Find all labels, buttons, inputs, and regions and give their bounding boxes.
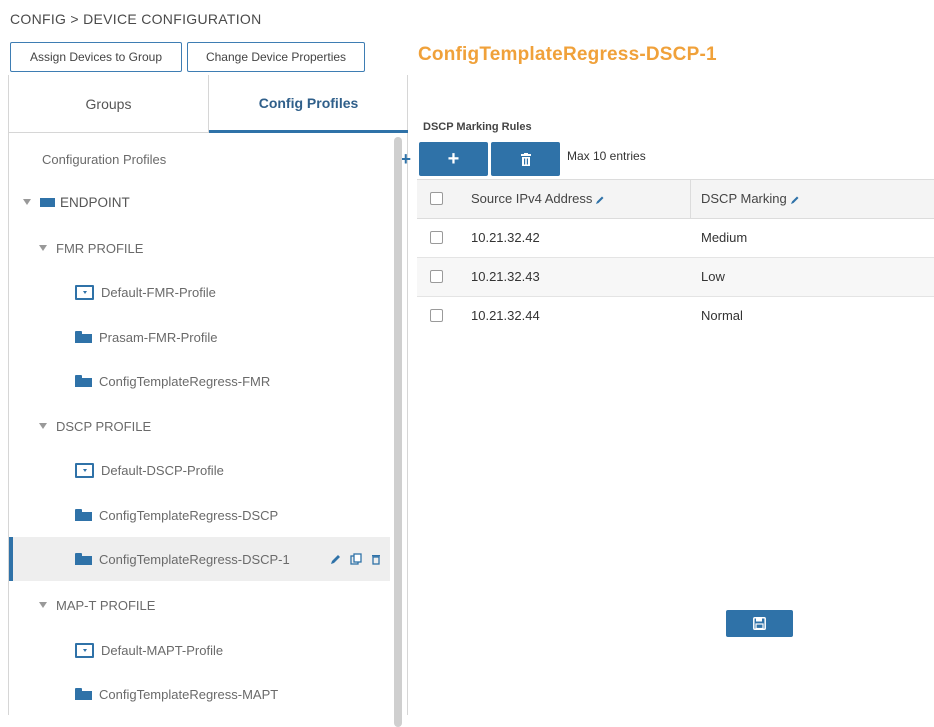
plus-icon: + (447, 147, 460, 170)
tree-item-label: ConfigTemplateRegress-FMR (99, 373, 271, 389)
tree-node-label: ENDPOINT (60, 194, 130, 210)
table-row[interactable]: 10.21.32.44 Normal (417, 297, 934, 335)
tree-scrollbar[interactable] (394, 137, 402, 727)
tree-item-regress-dscp[interactable]: ConfigTemplateRegress-DSCP (9, 493, 456, 537)
tree-group-label: FMR PROFILE (56, 240, 144, 256)
pencil-icon (790, 196, 799, 204)
profile-icon (75, 462, 94, 478)
tree-item-default-mapt[interactable]: Default-MAPT-Profile (9, 628, 456, 672)
tab-bar: Groups Config Profiles (9, 75, 408, 133)
source-cell[interactable]: 10.21.32.44 (471, 308, 540, 323)
tree-item-label: ConfigTemplateRegress-DSCP-1 (99, 551, 290, 567)
profile-tree-panel: Groups Config Profiles Configuration Pro… (8, 75, 411, 727)
caret-down-icon[interactable] (23, 199, 31, 205)
tree-header: Configuration Profiles + (9, 137, 423, 181)
tree-node-endpoint[interactable]: ENDPOINT (9, 180, 404, 224)
tab-config-profiles[interactable]: Config Profiles (209, 75, 408, 133)
marking-cell[interactable]: Medium (701, 230, 747, 245)
marking-cell[interactable]: Low (701, 269, 725, 284)
tree-group-label: DSCP PROFILE (56, 418, 152, 434)
row-checkbox[interactable] (430, 231, 443, 244)
delete-rule-button[interactable] (491, 142, 560, 176)
assign-devices-button[interactable]: Assign Devices to Group (10, 42, 182, 72)
section-title: DSCP Marking Rules (423, 121, 532, 133)
column-header-source: Source IPv4 Address (471, 191, 605, 206)
folder-icon (75, 331, 92, 343)
tree-item-label: ConfigTemplateRegress-DSCP (99, 507, 279, 523)
column-header-label: Source IPv4 Address (471, 191, 593, 206)
pencil-icon[interactable] (330, 553, 342, 565)
tree-item-label: Default-MAPT-Profile (101, 642, 224, 658)
caret-down-icon[interactable] (39, 602, 47, 608)
table-row[interactable]: 10.21.32.42 Medium (417, 219, 934, 258)
row-checkbox[interactable] (430, 270, 443, 283)
row-checkbox[interactable] (430, 309, 443, 322)
tree-item-label: ConfigTemplateRegress-MAPT (99, 686, 279, 702)
rules-table: Source IPv4 Address DSCP Marking 10.21.3… (417, 179, 934, 335)
source-cell[interactable]: 10.21.32.43 (471, 269, 540, 284)
tree-item-regress-mapt[interactable]: ConfigTemplateRegress-MAPT (9, 672, 456, 716)
tree-group-dscp[interactable]: DSCP PROFILE (9, 404, 420, 448)
tab-groups[interactable]: Groups (9, 75, 209, 133)
table-row[interactable]: 10.21.32.43 Low (417, 258, 934, 297)
copy-icon[interactable] (350, 553, 362, 565)
select-all-checkbox[interactable] (430, 192, 443, 205)
row-actions (330, 553, 382, 565)
add-rule-button[interactable]: + (419, 142, 488, 176)
folder-icon (40, 197, 55, 207)
max-entries-note: Max 10 entries (567, 149, 646, 163)
save-button[interactable] (726, 610, 793, 637)
floppy-disk-icon (753, 617, 766, 630)
marking-cell[interactable]: Normal (701, 308, 743, 323)
breadcrumb: CONFIG > DEVICE CONFIGURATION (10, 11, 262, 27)
tree-group-fmr[interactable]: FMR PROFILE (9, 226, 420, 270)
folder-icon (75, 688, 92, 700)
tree-header-label: Configuration Profiles (42, 151, 167, 167)
tree-item-label: Default-FMR-Profile (101, 284, 216, 300)
tree-item-label: Prasam-FMR-Profile (99, 329, 218, 345)
tree-item-regress-dscp-1[interactable]: ConfigTemplateRegress-DSCP-1 (9, 537, 390, 581)
caret-down-icon[interactable] (39, 423, 47, 429)
folder-icon (75, 375, 92, 387)
add-profile-icon[interactable]: + (400, 150, 411, 168)
column-header-label: DSCP Marking (701, 191, 787, 206)
caret-down-icon[interactable] (39, 245, 47, 251)
profile-icon (75, 642, 94, 658)
tree-item-default-dscp[interactable]: Default-DSCP-Profile (9, 448, 456, 492)
folder-icon (75, 509, 92, 521)
tree-group-mapt[interactable]: MAP-T PROFILE (9, 583, 420, 627)
page-title: ConfigTemplateRegress-DSCP-1 (418, 44, 717, 65)
profile-icon (75, 284, 94, 300)
change-device-properties-button[interactable]: Change Device Properties (187, 42, 365, 72)
pencil-icon (596, 196, 604, 204)
folder-icon (75, 553, 92, 565)
tree-item-regress-fmr[interactable]: ConfigTemplateRegress-FMR (9, 359, 456, 403)
tree-item-default-fmr[interactable]: Default-FMR-Profile (9, 270, 456, 314)
trash-icon (520, 152, 531, 166)
trash-icon[interactable] (370, 553, 382, 565)
source-cell[interactable]: 10.21.32.42 (471, 230, 540, 245)
tree-item-label: Default-DSCP-Profile (101, 462, 224, 478)
column-header-marking: DSCP Marking (701, 191, 800, 206)
table-header: Source IPv4 Address DSCP Marking (417, 179, 934, 219)
tree-item-prasam-fmr[interactable]: Prasam-FMR-Profile (9, 315, 456, 359)
column-divider (690, 180, 691, 218)
tree-group-label: MAP-T PROFILE (56, 597, 156, 613)
